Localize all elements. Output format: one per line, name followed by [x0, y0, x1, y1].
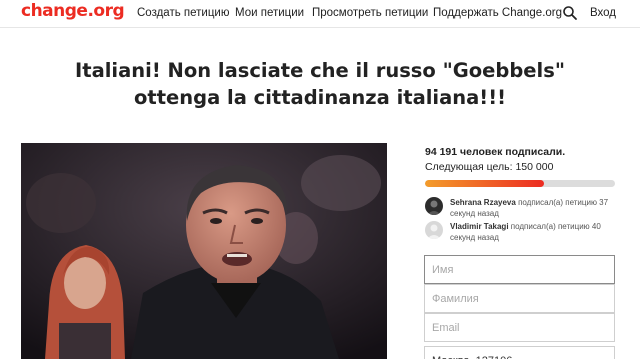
signature-progress-bar [425, 180, 615, 187]
last-name-field[interactable] [424, 284, 615, 313]
recent-signer: Sehrana Rzayeva подписал(а) петицию 37 с… [425, 197, 620, 219]
petition-title: Italiani! Non lasciate che il russo "Goe… [75, 59, 565, 109]
recent-signer: Vladimir Takagi подписал(а) петицию 40 с… [425, 221, 620, 243]
signer-name: Vladimir Takagi [450, 222, 509, 231]
first-name-field[interactable] [424, 255, 615, 284]
change-org-logo[interactable]: change.org [21, 1, 125, 21]
nav-start-petition[interactable]: Создать петицию [137, 7, 229, 19]
nav-support-change[interactable]: Поддержать Change.org [433, 7, 562, 19]
email-field[interactable] [424, 313, 615, 342]
signature-goal: Следующая цель: 150 000 [425, 161, 554, 173]
nav-my-petitions[interactable]: Мои петиции [235, 7, 304, 19]
top-nav: change.org Создать петицию Мои петиции П… [0, 0, 640, 28]
avatar [425, 221, 443, 239]
petition-photo [21, 143, 387, 359]
signature-progress-fill [425, 180, 545, 187]
avatar [425, 197, 443, 215]
signature-count: 94 191 человек подписали. [425, 146, 566, 158]
login-link[interactable]: Вход [590, 7, 616, 19]
location-field[interactable] [424, 346, 615, 359]
search-icon[interactable] [562, 5, 578, 21]
nav-browse-petitions[interactable]: Просмотреть петиции [312, 7, 428, 19]
signer-name: Sehrana Rzayeva [450, 198, 516, 207]
